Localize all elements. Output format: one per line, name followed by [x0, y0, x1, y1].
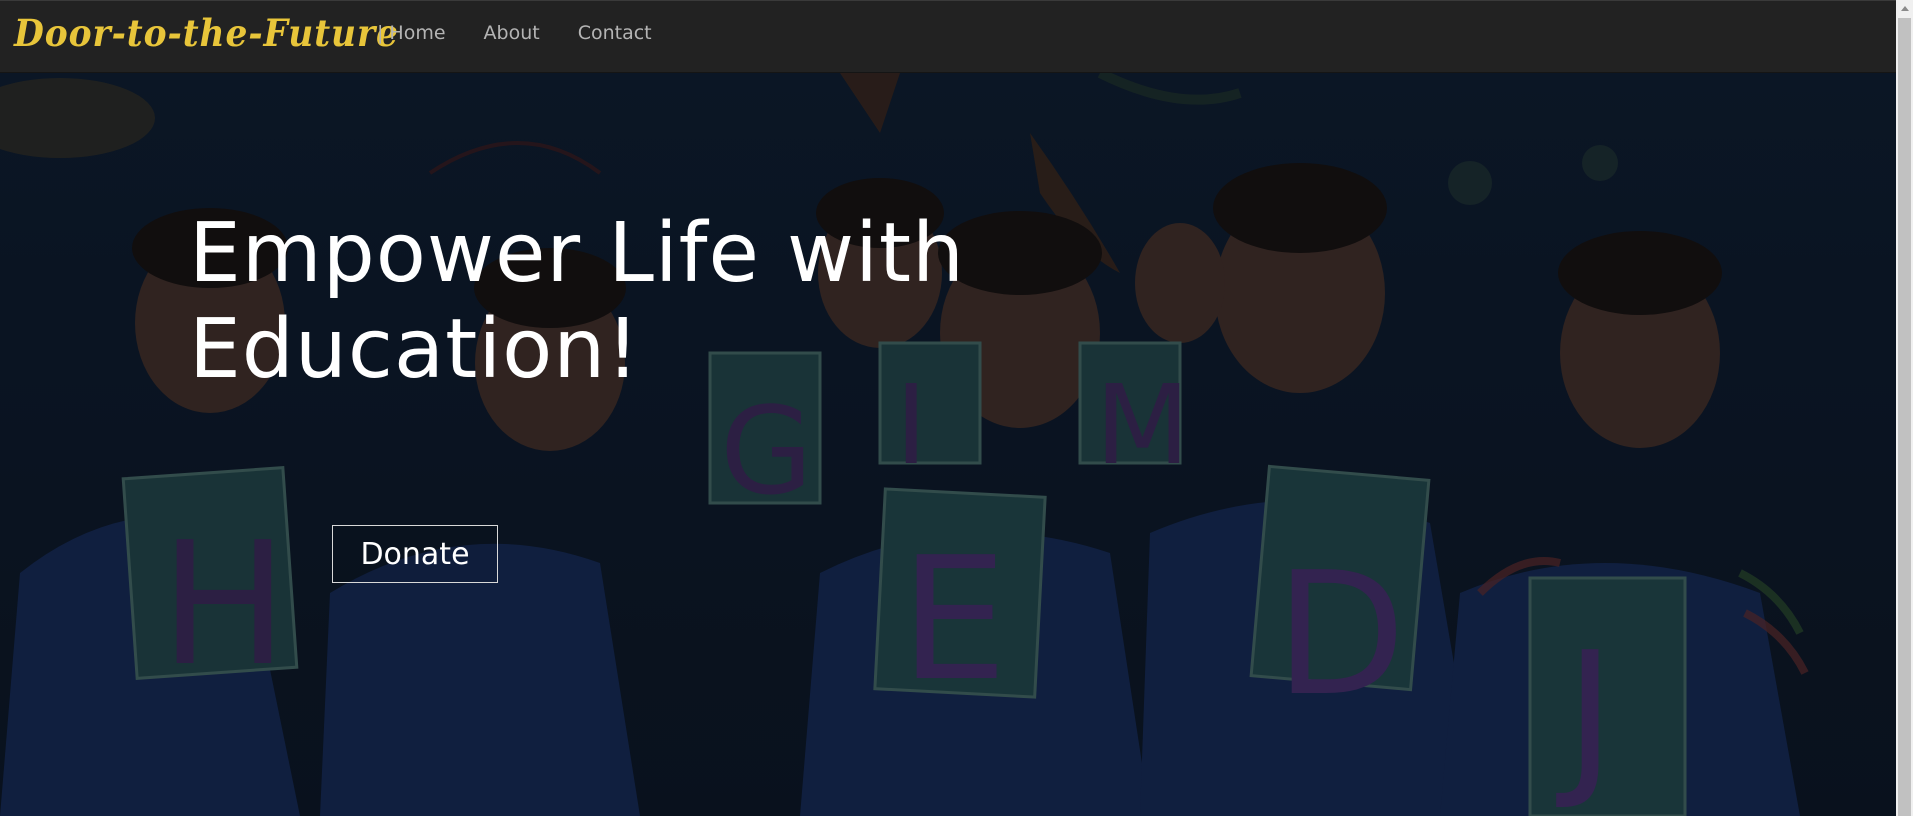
- hero-dark-overlay: [0, 73, 1896, 816]
- donate-button[interactable]: Donate: [332, 525, 498, 583]
- vertical-scrollbar[interactable]: [1896, 0, 1913, 816]
- page: Door-to-the-Future | Home About Contact: [0, 0, 1896, 816]
- hero-section: H G I M E D J Empower Life with Educatio…: [0, 73, 1896, 816]
- hero-headline: Empower Life with Education!: [189, 206, 1089, 398]
- main-nav: | Home About Contact: [377, 22, 652, 44]
- nav-link-contact[interactable]: Contact: [578, 22, 652, 44]
- brand-logo[interactable]: Door-to-the-Future: [14, 11, 399, 55]
- top-navbar: Door-to-the-Future | Home About Contact: [0, 0, 1896, 73]
- scrollbar-thumb[interactable]: [1898, 18, 1911, 816]
- nav-link-home[interactable]: Home: [389, 22, 445, 44]
- nav-link-about[interactable]: About: [484, 22, 540, 44]
- hero-headline-line-1: Empower Life with: [189, 206, 966, 301]
- nav-separator: |: [377, 22, 384, 44]
- hero-headline-line-2: Education!: [189, 302, 641, 397]
- scroll-up-arrow-icon[interactable]: [1896, 0, 1913, 17]
